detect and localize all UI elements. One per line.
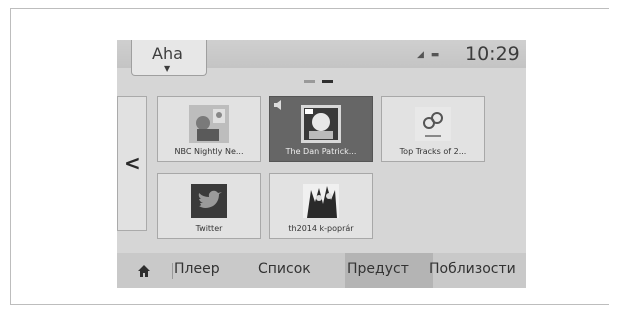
preset-tile-nbc[interactable]: NBC Nightly Ne...: [157, 96, 261, 162]
page-dot-active: [322, 80, 333, 83]
preset-tile-dan-patrick[interactable]: The Dan Patrick...: [269, 96, 373, 162]
preset-tile-top-tracks[interactable]: Top Tracks of 2...: [381, 96, 485, 162]
preset-label: th2014 k-poprár: [288, 224, 354, 233]
preset-tile-twitter[interactable]: Twitter: [157, 173, 261, 239]
bottom-nav-bar: Плеер Список Предуст Поблизости: [117, 253, 526, 288]
nav-divider: [172, 263, 173, 279]
preset-tile-kpop[interactable]: th2014 k-poprár: [269, 173, 373, 239]
preset-label: The Dan Patrick...: [285, 147, 357, 156]
speaker-icon: [274, 100, 281, 110]
chevron-down-icon: ▼: [164, 64, 171, 73]
page-dot: [304, 80, 315, 83]
page-indicator: [304, 80, 344, 84]
preset-label: Twitter: [195, 224, 223, 233]
twitter-icon: [191, 184, 227, 218]
tab-player[interactable]: Плеер: [174, 261, 220, 277]
link-icon: [415, 107, 451, 141]
source-selector[interactable]: Aha ▼: [131, 40, 207, 76]
dan-patrick-art-icon: [301, 105, 341, 143]
tab-presets[interactable]: Предуст: [347, 261, 409, 277]
tab-list[interactable]: Список: [258, 261, 311, 277]
home-icon[interactable]: [137, 264, 151, 278]
preset-label: NBC Nightly Ne...: [174, 147, 244, 156]
source-label: Aha: [152, 44, 183, 63]
kpop-art-icon: [303, 184, 339, 218]
chevron-left-icon: <: [124, 151, 141, 175]
preset-label: Top Tracks of 2...: [399, 147, 467, 156]
nbc-art-icon: [189, 105, 229, 143]
tab-nearby[interactable]: Поблизости: [429, 261, 516, 277]
clock: 10:29: [465, 43, 520, 65]
signal-battery-icon: ◢ ▬: [417, 50, 442, 60]
previous-page-button[interactable]: <: [117, 96, 147, 231]
infotainment-screen: ◢ ▬ 10:29 Aha ▼ < NBC Nightly Ne... The …: [117, 40, 526, 288]
